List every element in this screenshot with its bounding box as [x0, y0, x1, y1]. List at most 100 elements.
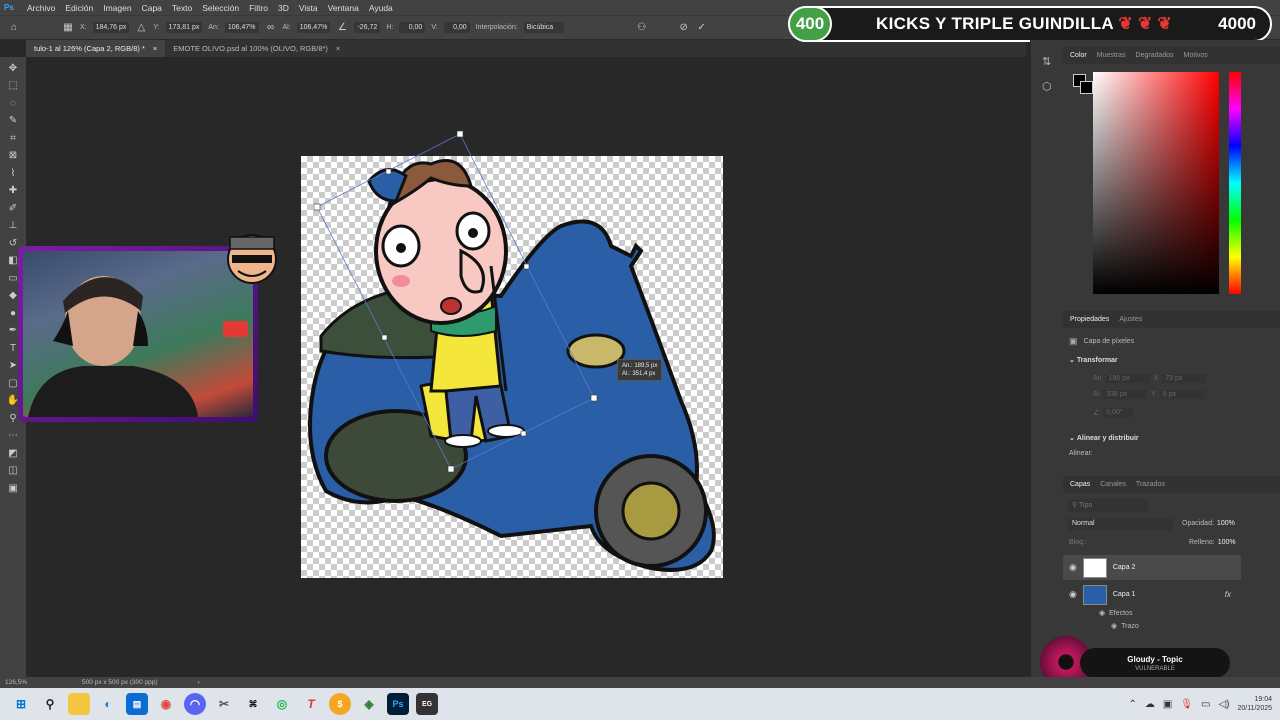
handle-bottom-mid[interactable]	[520, 430, 527, 437]
effects-row[interactable]: ◉ Efectos	[1093, 609, 1138, 618]
tab-propiedades[interactable]: Propiedades	[1067, 316, 1112, 323]
vskew-field[interactable]: 0,00	[443, 22, 470, 33]
fill-field[interactable]: 100%	[1218, 539, 1236, 546]
visibility-eye-icon[interactable]: ◉	[1099, 609, 1105, 617]
store-icon[interactable]: ▤	[126, 693, 148, 715]
stroke-row[interactable]: ◉ Trazo	[1105, 622, 1145, 631]
an-field[interactable]: 190 px	[1105, 374, 1150, 383]
tab-ajustes[interactable]: Ajustes	[1116, 316, 1145, 323]
edge-browser-icon[interactable]: ◐	[97, 693, 119, 715]
fx-icon[interactable]: fx	[1225, 590, 1231, 599]
text-app-icon[interactable]: T	[300, 693, 322, 715]
coin-app-icon[interactable]: $	[329, 693, 351, 715]
quick-select-tool-icon[interactable]: ✎	[5, 114, 21, 128]
angle-field[interactable]: 0,00°	[1103, 408, 1134, 417]
menu-archivo[interactable]: Archivo	[22, 3, 60, 13]
tab-muestras[interactable]: Muestras	[1094, 52, 1129, 59]
handle-left-mid[interactable]	[381, 334, 388, 341]
visibility-eye-icon[interactable]: ◉	[1069, 562, 1077, 573]
menu-filtro[interactable]: Filtro	[244, 3, 273, 13]
game-app-icon[interactable]: ◈	[358, 693, 380, 715]
zoom-level[interactable]: 126,5%	[5, 679, 27, 686]
color-field[interactable]	[1093, 72, 1219, 294]
frame-tool-icon[interactable]: ⊠	[5, 149, 21, 163]
tab-degradados[interactable]: Degradados	[1133, 52, 1177, 59]
y-field[interactable]: 6 px	[1159, 390, 1204, 399]
history-icon[interactable]: ⇅	[1042, 55, 1063, 68]
cloud-icon[interactable]: ☁	[1145, 699, 1155, 710]
width-field[interactable]: 106,47%	[224, 22, 259, 33]
tab-color[interactable]: Color	[1067, 52, 1090, 59]
interpolation-select[interactable]: Bicúbica	[523, 22, 564, 33]
move-tool-icon[interactable]: ✥	[5, 61, 21, 75]
al-field[interactable]: 338 px	[1103, 390, 1148, 399]
network-icon[interactable]: ▭	[1201, 699, 1210, 710]
transform-section[interactable]: ⌄ Transformar	[1063, 356, 1124, 365]
more-tools-icon[interactable]: ⋯	[5, 429, 21, 443]
handle-bottom[interactable]	[447, 465, 455, 473]
capcut-icon[interactable]: ⌘	[242, 693, 264, 715]
quick-mask-icon[interactable]: ◫	[5, 464, 21, 478]
menu-ventana[interactable]: Ventana	[323, 3, 364, 13]
stamp-tool-icon[interactable]: ⊥	[5, 219, 21, 233]
menu-texto[interactable]: Texto	[167, 3, 197, 13]
angle-field[interactable]: -26,72	[354, 22, 381, 33]
color-swatches-icon[interactable]: ◩	[5, 446, 21, 460]
tab-emote-olivo[interactable]: EMOTE OLIVO.psd al 100% (OLIVO, RGB/8*) …	[165, 40, 348, 57]
chrome-icon[interactable]: ◉	[155, 693, 177, 715]
warp-icon[interactable]: ⚇	[636, 22, 648, 34]
tab-capas[interactable]: Capas	[1067, 481, 1093, 488]
cancel-icon[interactable]: ⊘	[678, 22, 690, 34]
app-tray-icon[interactable]: ▣	[1163, 699, 1172, 710]
eyedropper-tool-icon[interactable]: ⌇	[5, 166, 21, 180]
3d-icon[interactable]: ⬡	[1042, 80, 1063, 93]
close-icon[interactable]: ×	[336, 44, 340, 53]
tab-canales[interactable]: Canales	[1097, 481, 1129, 488]
snipping-tool-icon[interactable]: ✂	[213, 693, 235, 715]
x-field[interactable]: 73 px	[1162, 374, 1207, 383]
chevron-up-icon[interactable]: ⌃	[1128, 699, 1136, 710]
spotify-icon[interactable]: ◎	[271, 693, 293, 715]
photoshop-taskbar-icon[interactable]: Ps	[387, 693, 409, 715]
healing-tool-icon[interactable]: ✚	[5, 184, 21, 198]
close-icon[interactable]: ×	[153, 44, 157, 53]
handle-left[interactable]	[313, 203, 321, 211]
file-explorer-icon[interactable]	[68, 693, 90, 715]
chevron-right-icon[interactable]: ›	[198, 679, 200, 686]
volume-icon[interactable]: ◁)	[1218, 699, 1229, 710]
x-field[interactable]: 184,76 px	[92, 22, 130, 33]
y-field[interactable]: 173,81 px	[165, 22, 203, 33]
windows-start-icon[interactable]: ⊞	[10, 693, 32, 715]
tab-untitled[interactable]: tulo-1 al 126% (Capa 2, RGB/8) * ×	[26, 40, 166, 57]
reference-point-icon[interactable]: ▦	[62, 22, 74, 34]
opacity-field[interactable]: 100%	[1217, 520, 1235, 527]
delta-icon[interactable]: △	[135, 22, 147, 34]
epic-games-icon[interactable]: EG	[416, 693, 438, 715]
menu-capa[interactable]: Capa	[137, 3, 167, 13]
align-section[interactable]: ⌄ Alinear y distribuir	[1063, 434, 1145, 443]
menu-3d[interactable]: 3D	[273, 3, 294, 13]
handle-top[interactable]	[456, 130, 464, 138]
layer-row-capa-1[interactable]: ◉ Capa 1 fx	[1063, 582, 1241, 607]
clock[interactable]: 19:04 20/11/2025	[1237, 695, 1272, 713]
visibility-eye-icon[interactable]: ◉	[1111, 622, 1117, 630]
background-swatch[interactable]	[1080, 81, 1093, 94]
home-icon[interactable]: ⌂	[8, 22, 20, 34]
link-icon[interactable]: ∞	[265, 22, 277, 34]
layer-row-capa-2[interactable]: ◉ Capa 2	[1063, 555, 1241, 580]
hskew-field[interactable]: 0,00	[399, 22, 426, 33]
marquee-tool-icon[interactable]: ⬚	[5, 79, 21, 93]
blend-mode-select[interactable]: Normal	[1068, 518, 1173, 531]
height-field[interactable]: 106,47%	[296, 22, 331, 33]
crop-tool-icon[interactable]: ⌗	[5, 131, 21, 145]
menu-edicion[interactable]: Edición	[60, 3, 98, 13]
tab-trazados[interactable]: Trazados	[1133, 481, 1168, 488]
menu-vista[interactable]: Vista	[294, 3, 323, 13]
layer-search-input[interactable]: ⚲ Tipo	[1068, 499, 1148, 512]
discord-icon[interactable]: ◠	[184, 693, 206, 715]
menu-ayuda[interactable]: Ayuda	[364, 3, 398, 13]
commit-check-icon[interactable]: ✓	[696, 22, 708, 34]
handle-right[interactable]	[590, 394, 598, 402]
lasso-tool-icon[interactable]: ◌	[5, 96, 21, 110]
handle-top-mid[interactable]	[385, 168, 392, 175]
